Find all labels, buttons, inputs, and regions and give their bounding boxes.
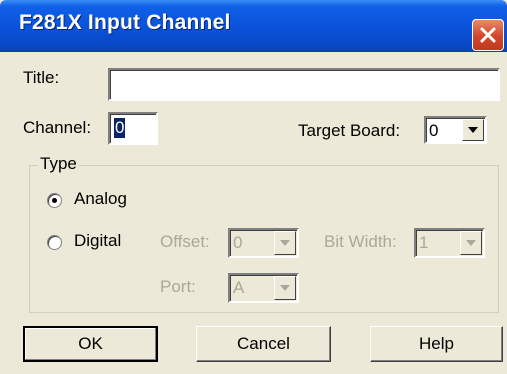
- cancel-button[interactable]: Cancel: [196, 326, 331, 362]
- analog-radio[interactable]: [47, 193, 62, 208]
- digital-radio[interactable]: [47, 235, 62, 250]
- type-group-caption: Type: [38, 154, 79, 174]
- chevron-down-icon: [468, 127, 478, 133]
- target-board-value: 0: [429, 121, 439, 140]
- target-board-select[interactable]: 0: [424, 116, 487, 144]
- bit-width-select[interactable]: 1: [414, 228, 485, 258]
- ok-button[interactable]: OK: [23, 326, 158, 362]
- radio-selected-dot: [52, 198, 57, 203]
- title-input[interactable]: [108, 68, 500, 101]
- offset-value: 0: [233, 233, 243, 252]
- window-title: F281X Input Channel: [19, 11, 231, 34]
- offset-label: Offset:: [160, 232, 210, 251]
- close-button[interactable]: [472, 19, 504, 51]
- title-label: Title:: [23, 68, 60, 87]
- help-button[interactable]: Help: [370, 326, 503, 362]
- chevron-down-icon: [280, 285, 290, 291]
- analog-label[interactable]: Analog: [74, 189, 127, 209]
- port-select[interactable]: A: [228, 273, 299, 303]
- bit-width-dropdown-button[interactable]: [460, 231, 482, 255]
- chevron-down-icon: [466, 240, 476, 246]
- bit-width-label: Bit Width:: [324, 232, 397, 251]
- chevron-down-icon: [280, 240, 290, 246]
- title-bar[interactable]: F281X Input Channel: [0, 0, 507, 52]
- digital-label[interactable]: Digital: [74, 231, 121, 251]
- target-board-dropdown-button[interactable]: [462, 119, 484, 141]
- port-label: Port:: [160, 277, 196, 296]
- channel-value: 0: [114, 118, 126, 138]
- bit-width-value: 1: [419, 233, 429, 252]
- port-dropdown-button[interactable]: [274, 276, 296, 300]
- target-board-label: Target Board:: [298, 121, 401, 140]
- close-icon: [480, 27, 496, 43]
- offset-select[interactable]: 0: [228, 228, 299, 258]
- offset-dropdown-button[interactable]: [274, 231, 296, 255]
- channel-label: Channel:: [23, 118, 92, 137]
- port-value: A: [233, 278, 245, 297]
- channel-input[interactable]: 0: [108, 112, 158, 145]
